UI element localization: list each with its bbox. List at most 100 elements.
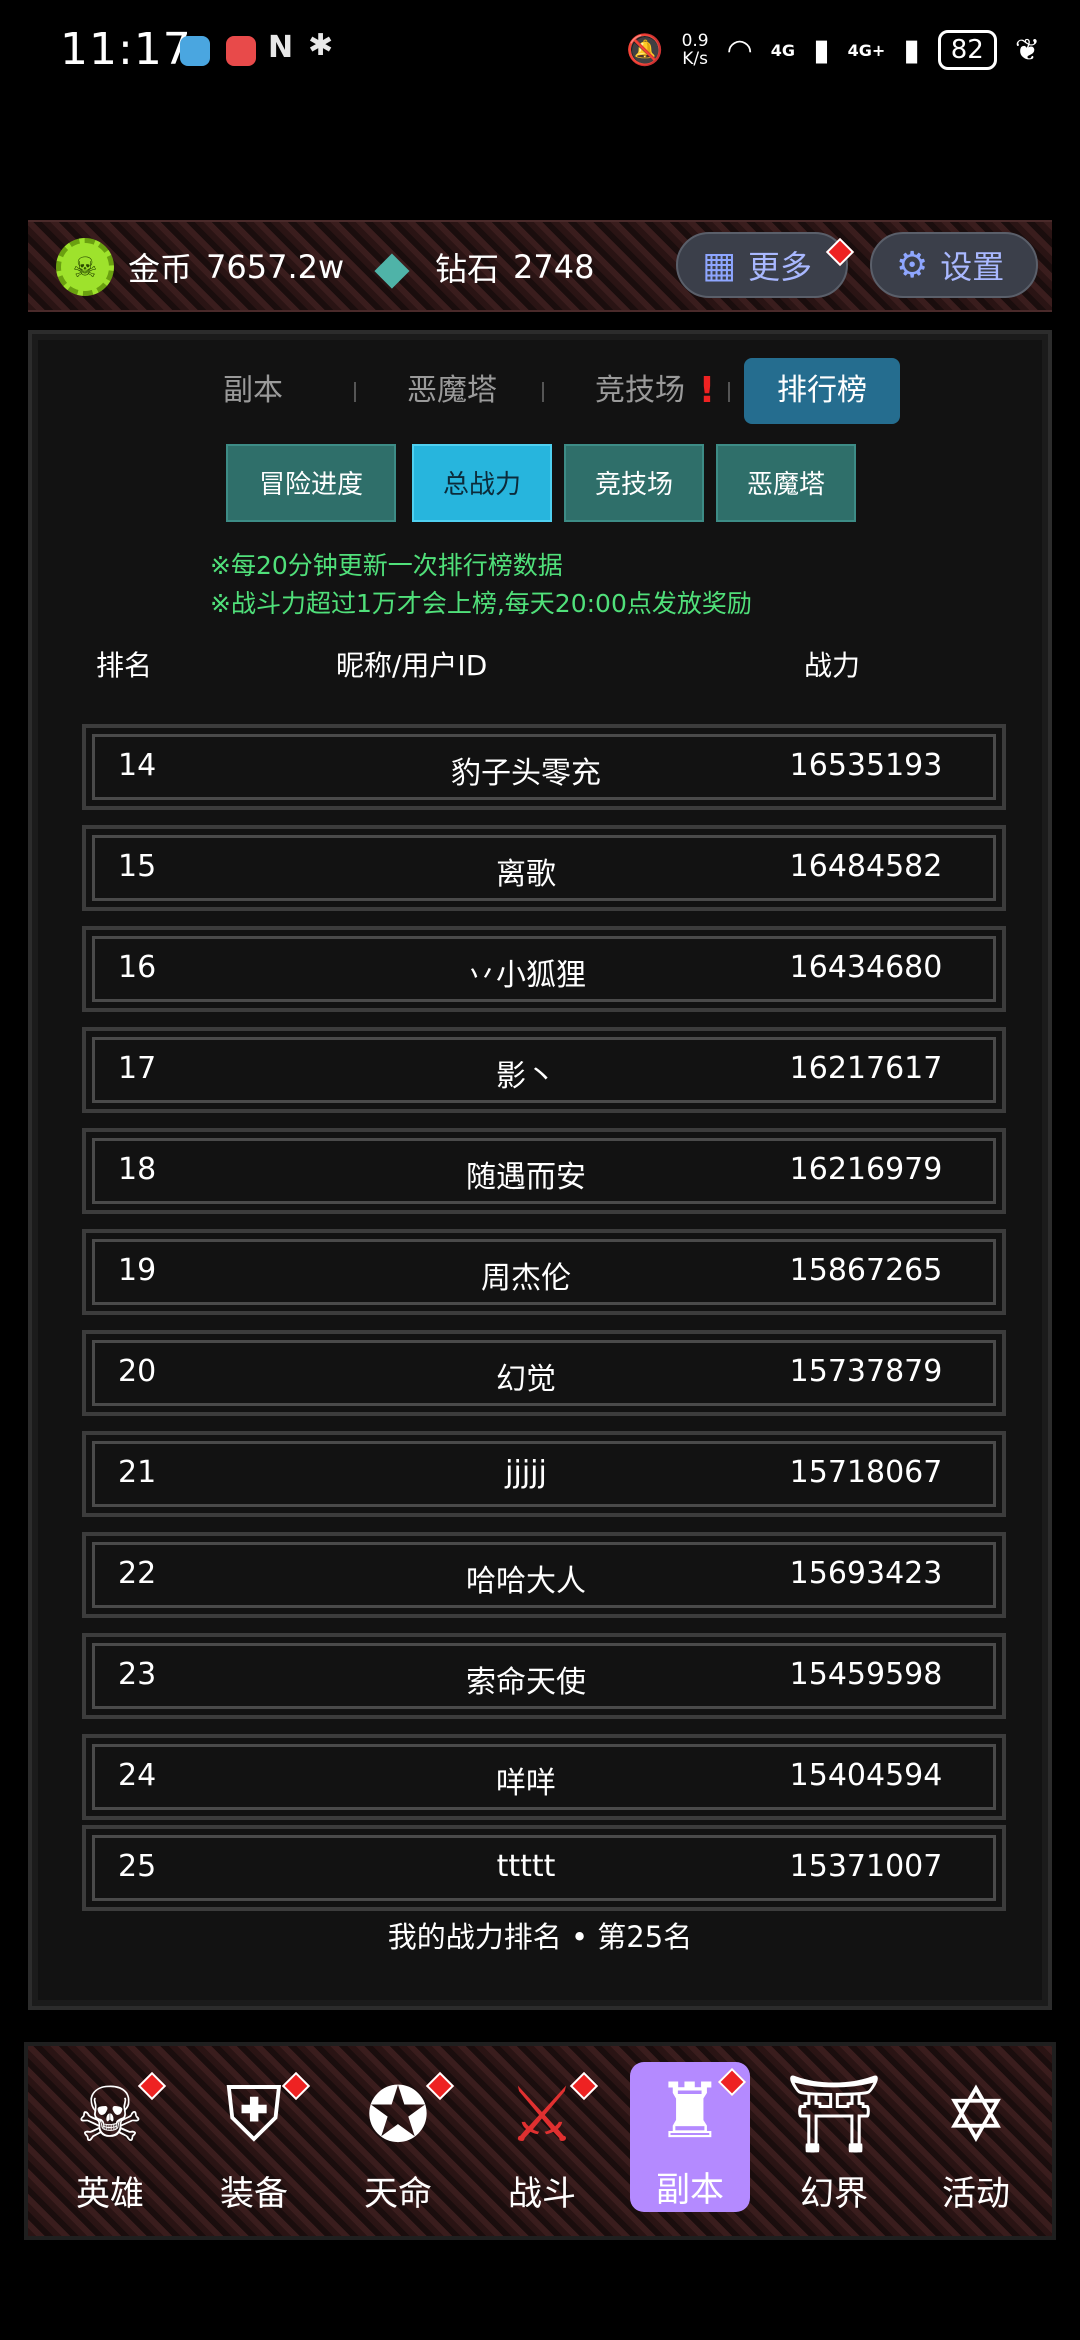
bird-app-icon <box>180 36 210 66</box>
speed-unit: K/s <box>682 49 708 69</box>
row-name: jjjjj <box>505 1455 547 1490</box>
header-rank: 排名 <box>96 649 153 682</box>
nav-dungeon[interactable]: ♜ 副本 <box>630 2062 750 2212</box>
nfc-icon: N <box>268 30 294 65</box>
nav-events[interactable]: ✡ 活动 <box>916 2066 1036 2226</box>
notification-dot <box>825 237 855 267</box>
row-rank: 21 <box>118 1455 157 1490</box>
nav-label: 活动 <box>942 2174 1010 2214</box>
tab-demon-tower[interactable]: 恶魔塔 <box>392 358 512 424</box>
grid-icon: ▦ <box>702 244 737 286</box>
coin-counter: ☠ 金币 7657.2w <box>56 238 344 296</box>
tab-arena[interactable]: 竞技场 <box>580 358 700 424</box>
row-power: 15459598 <box>789 1657 943 1692</box>
subtab-total-power[interactable]: 总战力 <box>412 444 552 522</box>
row-rank: 20 <box>118 1354 157 1389</box>
bluetooth-icon: ✱ <box>308 28 334 63</box>
settings-label: 设置 <box>940 248 1005 286</box>
table-row: 15 离歌 16484582 <box>82 825 1006 911</box>
nav-label: 装备 <box>220 2174 288 2214</box>
signal-icon: ▮ <box>813 32 830 68</box>
nav-equipment[interactable]: ⛨ 装备 <box>194 2066 314 2226</box>
row-rank: 15 <box>118 849 157 884</box>
network-speed: 0.9 K/s <box>682 32 709 68</box>
row-name: 哈哈大人 <box>466 1564 586 1599</box>
gem-counter: ◆ 钻石 2748 <box>363 238 594 296</box>
table-row: 17 影丶 16217617 <box>82 1027 1006 1113</box>
nav-illusion[interactable]: ⛩ 幻界 <box>774 2066 894 2226</box>
notice-reward: ※战斗力超过1万才会上榜,每天20:00点发放奖励 <box>210 589 752 618</box>
net2-label: 4G+ <box>847 40 886 60</box>
row-rank: 24 <box>118 1758 157 1793</box>
battery-indicator: 82 <box>937 30 997 70</box>
nav-label: 天命 <box>364 2174 432 2214</box>
tab-leaderboard[interactable]: 排行榜 <box>744 358 900 424</box>
row-name: 索命天使 <box>466 1665 586 1700</box>
row-power: 16484582 <box>789 849 943 884</box>
net1-label: 4G <box>770 40 796 60</box>
resource-bar: ☠ 金币 7657.2w ◆ 钻石 2748 ▦ 更多 ⚙ 设置 <box>28 220 1052 312</box>
subtab-adventure-progress[interactable]: 冒险进度 <box>226 444 396 522</box>
status-bar: 11:17 N ✱ 🔕 0.9 K/s ◠ 4G ▮ 4G+ ▮ 82 ❦ <box>0 0 1080 105</box>
row-power: 15737879 <box>789 1354 943 1389</box>
tab-dungeon[interactable]: 副本 <box>208 358 298 424</box>
row-power: 15371007 <box>789 1849 943 1884</box>
table-header: 排名 昵称/用户ID 战力 <box>32 634 1048 684</box>
gear-icon: ⚙ <box>896 244 929 286</box>
bottom-nav: ☠ 英雄 ⛨ 装备 ✪ 天命 ⚔ 战斗 ♜ 副本 ⛩ 幻界 ✡ 活动 <box>24 2042 1056 2240</box>
row-name: 离歌 <box>496 857 556 892</box>
row-name: 影丶 <box>496 1059 556 1094</box>
coin-label: 金币 <box>128 250 193 288</box>
table-row: 20 幻觉 15737879 <box>82 1330 1006 1416</box>
row-name: 豹子头零充 <box>451 756 601 791</box>
row-rank: 18 <box>118 1152 157 1187</box>
table-row: 16 丷小狐狸 16434680 <box>82 926 1006 1012</box>
scroll-icon: ✡ <box>944 2069 1008 2159</box>
row-name: 幻觉 <box>496 1362 556 1397</box>
table-row: 14 豹子头零充 16535193 <box>82 724 1006 810</box>
ranking-list[interactable]: 14 豹子头零充 16535193 15 离歌 16484582 16 丷小狐狸… <box>82 724 1006 1824</box>
nav-label: 英雄 <box>76 2174 144 2214</box>
row-rank: 23 <box>118 1657 157 1692</box>
row-rank: 22 <box>118 1556 157 1591</box>
table-row: 21 jjjjj 15718067 <box>82 1431 1006 1517</box>
wifi-icon: ◠ <box>726 32 753 68</box>
sub-tabs: 冒险进度 总战力 竞技场 恶魔塔 <box>32 444 1048 522</box>
row-name: 咩咩 <box>496 1766 556 1801</box>
row-rank: 17 <box>118 1051 157 1086</box>
speed-value: 0.9 <box>681 31 709 51</box>
nav-destiny[interactable]: ✪ 天命 <box>338 2066 458 2226</box>
row-rank: 16 <box>118 950 157 985</box>
status-right: 🔕 0.9 K/s ◠ 4G ▮ 4G+ ▮ 82 ❦ <box>626 30 1040 70</box>
table-row: 24 咩咩 15404594 <box>82 1734 1006 1820</box>
row-power: 16535193 <box>789 748 943 783</box>
row-power: 15693423 <box>789 1556 943 1591</box>
nav-label: 副本 <box>656 2170 724 2210</box>
nav-label: 战斗 <box>508 2174 576 2214</box>
settings-button[interactable]: ⚙ 设置 <box>870 232 1038 298</box>
row-power: 15404594 <box>789 1758 943 1793</box>
coin-value: 7657.2w <box>206 248 345 286</box>
header-name: 昵称/用户ID <box>336 649 488 682</box>
row-name: 周杰伦 <box>481 1261 571 1296</box>
ranking-panel: 副本 恶魔塔 竞技场 ! 排行榜 冒险进度 总战力 竞技场 恶魔塔 ※每20分钟… <box>28 330 1052 2010</box>
nav-label: 幻界 <box>800 2174 868 2214</box>
more-button[interactable]: ▦ 更多 <box>676 232 855 298</box>
row-rank: 14 <box>118 748 157 783</box>
face-app-icon <box>226 36 256 66</box>
subtab-demon-tower[interactable]: 恶魔塔 <box>716 444 856 522</box>
leaf-icon: ❦ <box>1014 32 1040 68</box>
row-name: ttttt <box>496 1849 556 1884</box>
row-name: 随遇而安 <box>466 1160 586 1195</box>
table-row: 23 索命天使 15459598 <box>82 1633 1006 1719</box>
nav-hero[interactable]: ☠ 英雄 <box>50 2066 170 2226</box>
nav-battle[interactable]: ⚔ 战斗 <box>482 2066 602 2226</box>
table-row: 25 ttttt 15371007 <box>82 1825 1006 1911</box>
my-rank-label: 我的战力排名 • 第25名 <box>387 1920 693 1954</box>
gem-value: 2748 <box>513 248 595 286</box>
subtab-arena[interactable]: 竞技场 <box>564 444 704 522</box>
row-power: 16217617 <box>789 1051 943 1086</box>
warning-icon: ! <box>698 370 716 411</box>
table-row: 22 哈哈大人 15693423 <box>82 1532 1006 1618</box>
table-row: 18 随遇而安 16216979 <box>82 1128 1006 1214</box>
